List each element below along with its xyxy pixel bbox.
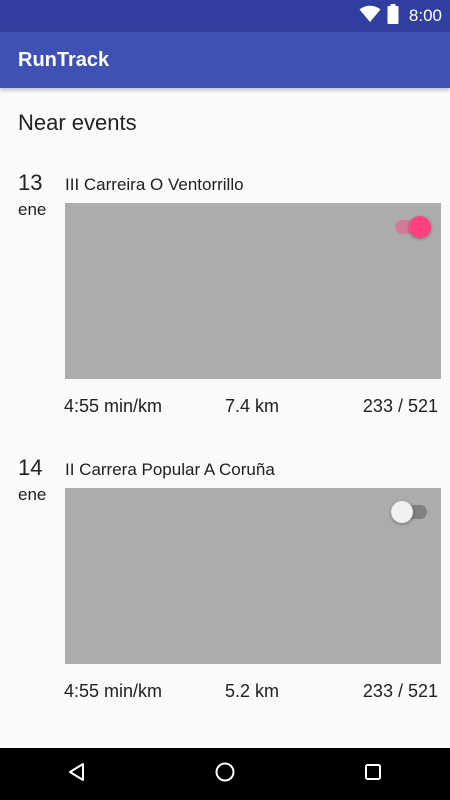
status-time: 8:00 [408,6,442,25]
toggle-thumb [391,501,413,523]
back-button[interactable] [47,748,107,800]
battery-icon [387,3,399,29]
wifi-icon [359,5,381,28]
event-distance: 7.4 km [225,396,280,416]
status-icons: 8:00 [359,0,442,32]
home-button[interactable] [195,748,255,800]
event-name: III Carreira O Ventorrillo [65,175,244,194]
back-icon [67,762,87,787]
navigation-bar [0,748,450,800]
event-day: 14 [18,455,43,480]
event-pace: 4:55 min/km [64,681,163,701]
event-day: 13 [18,170,43,195]
event-stats: 4:55 min/km 5.2 km 233 / 521 [64,681,438,705]
app-bar: RunTrack [0,32,450,88]
event-image[interactable] [65,203,441,379]
event-pace: 4:55 min/km [64,396,163,416]
event-card[interactable]: 14 ene II Carrera Popular A Coruña 4:55 … [0,455,450,735]
recents-icon [363,762,383,787]
toggle-thumb [409,216,431,238]
section-title: Near events [18,110,137,135]
app-title: RunTrack [18,49,110,71]
event-toggle[interactable] [391,215,431,239]
event-month: ene [18,200,47,219]
event-distance: 5.2 km [225,681,280,701]
screen: 8:00 RunTrack Near events 13 ene III Car… [0,0,450,800]
recents-button[interactable] [343,748,403,800]
status-bar: 8:00 [0,0,450,32]
event-name: II Carrera Popular A Coruña [65,460,275,479]
event-stats: 4:55 min/km 7.4 km 233 / 521 [64,396,438,420]
event-image[interactable] [65,488,441,664]
event-position: 233 / 521 [362,396,438,416]
home-icon [214,761,236,788]
event-position: 233 / 521 [362,681,438,701]
event-month: ene [18,485,47,504]
event-toggle[interactable] [391,500,431,524]
event-card[interactable]: 13 ene III Carreira O Ventorrillo 4:55 m… [0,170,450,450]
